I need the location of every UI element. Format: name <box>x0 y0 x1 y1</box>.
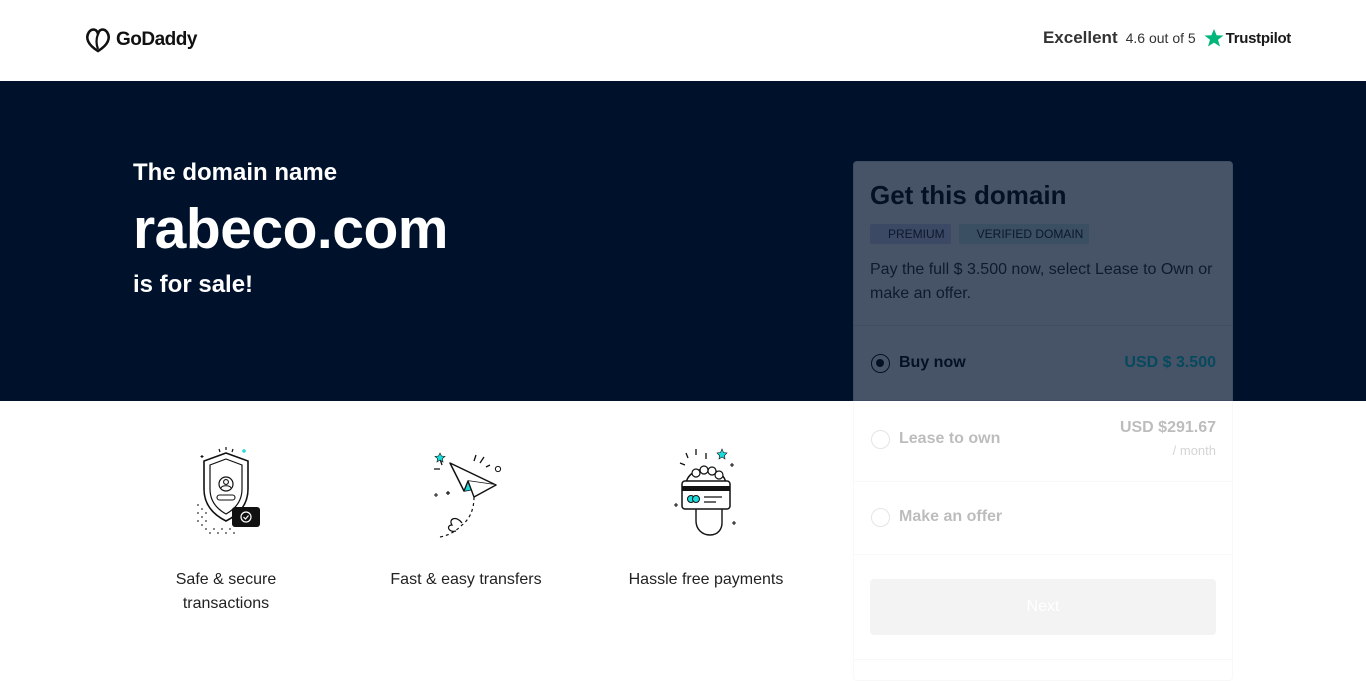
godaddy-logo-icon <box>86 28 110 53</box>
card-title: Get this domain <box>870 180 1067 210</box>
option-lease-to-own[interactable]: Lease to own USD $291.67 / month <box>854 401 1232 482</box>
trustpilot-name: Trustpilot <box>1225 29 1292 47</box>
rating-score: 4.6 out of 5 <box>1125 30 1196 46</box>
feature-hassle-free: Hassle free payments <box>611 445 801 592</box>
badge-row: PREMIUM VERIFIED DOMAIN <box>870 224 1216 244</box>
hero-post-text: is for sale! <box>133 271 254 298</box>
shield-icon <box>197 447 260 534</box>
card-description: Pay the full $ 3.500 now, select Lease t… <box>870 261 1213 302</box>
feature-label: Safe & secure transactions <box>175 571 277 612</box>
trustpilot-rating[interactable]: Excellent 4.6 out of 5 Trustpilot <box>1043 28 1291 48</box>
option-make-offer[interactable]: Make an offer <box>854 482 1232 555</box>
make-offer-label: Make an offer <box>899 508 1003 525</box>
trustpilot-star-icon <box>1204 29 1224 47</box>
lease-to-own-price: USD $291.67 <box>1119 419 1216 436</box>
make-offer-radio[interactable] <box>871 508 890 527</box>
hero-pre-text: The domain name <box>133 159 338 186</box>
next-button[interactable]: Next <box>870 579 1216 635</box>
get-domain-card: Get this domain PREMIUM VERIFIED DOMAIN … <box>853 161 1233 681</box>
domain-name: rabeco.com <box>133 197 448 261</box>
buy-now-label: Buy now <box>899 354 966 371</box>
feature-fast-transfers: Fast & easy transfers <box>371 445 561 592</box>
card-hand-icon <box>674 448 736 536</box>
feature-label: Hassle free payments <box>628 571 784 588</box>
godaddy-logo[interactable]: GoDaddy <box>84 27 197 53</box>
top-header: GoDaddy Excellent 4.6 out of 5 Trustpilo… <box>0 0 1366 81</box>
logo-text: GoDaddy <box>116 29 197 50</box>
rating-word: Excellent <box>1042 28 1118 47</box>
lease-to-own-label: Lease to own <box>899 430 1001 447</box>
feature-safe-secure: Safe & secure transactions <box>131 445 321 616</box>
lease-to-own-radio[interactable] <box>871 430 890 449</box>
option-buy-now[interactable]: Buy now USD $ 3.500 <box>854 326 1232 401</box>
lease-to-own-period: / month <box>1172 443 1216 458</box>
verified-domain-badge: VERIFIED DOMAIN <box>958 224 1090 244</box>
premium-badge: PREMIUM <box>870 224 951 244</box>
next-button-row: Next <box>854 555 1232 660</box>
paper-plane-icon <box>434 452 502 538</box>
buy-now-radio[interactable] <box>871 354 890 373</box>
feature-label: Fast & easy transfers <box>390 571 542 588</box>
buy-now-price: USD $ 3.500 <box>1124 354 1216 371</box>
card-header: Get this domain PREMIUM VERIFIED DOMAIN … <box>854 162 1232 326</box>
